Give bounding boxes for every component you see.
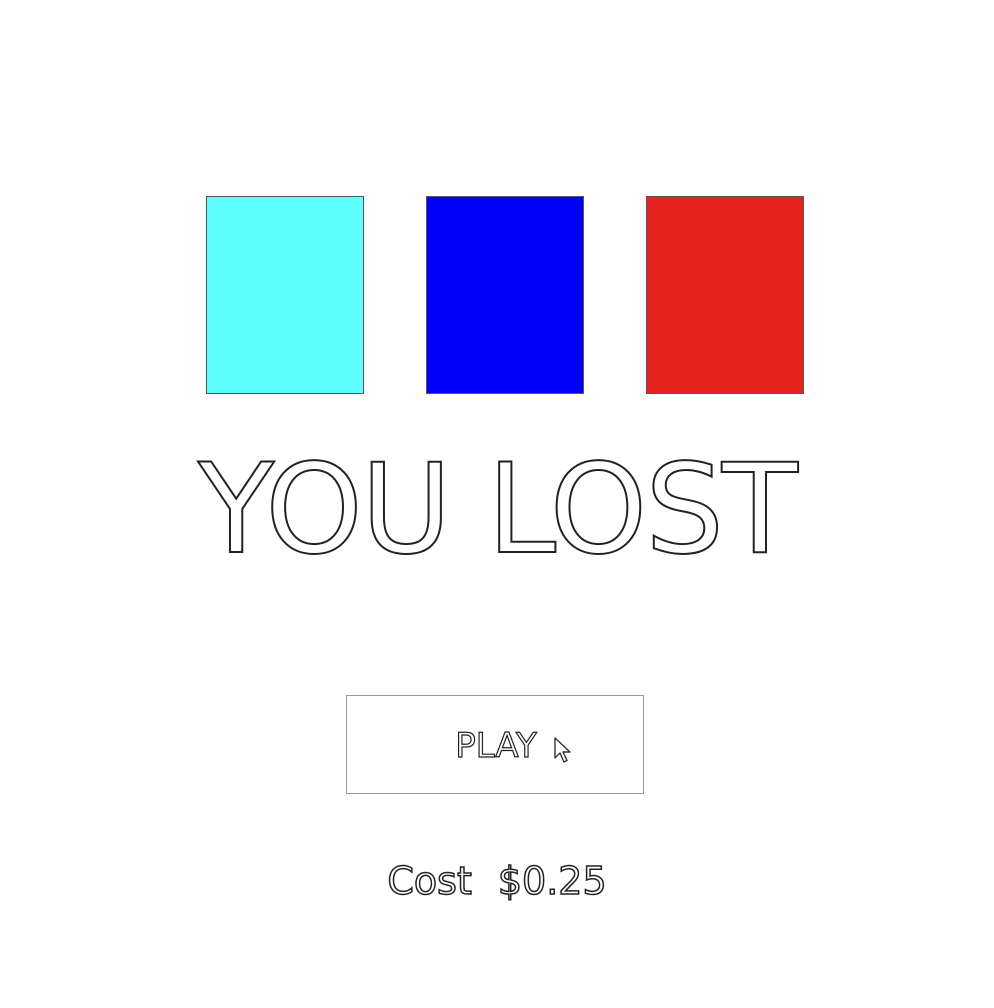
- mouse-pointer-icon: [554, 737, 571, 763]
- result-message: YOU LOST: [197, 438, 798, 582]
- cost-display: Cost $0.25: [0, 856, 994, 906]
- cost-value: $0.25: [497, 858, 607, 904]
- cost-label: Cost: [387, 858, 473, 904]
- reel-3: [646, 196, 804, 394]
- reel-2: [426, 196, 584, 394]
- play-button[interactable]: PLAY: [346, 695, 644, 794]
- reel-1: [206, 196, 364, 394]
- play-button-label: PLAY: [455, 725, 538, 766]
